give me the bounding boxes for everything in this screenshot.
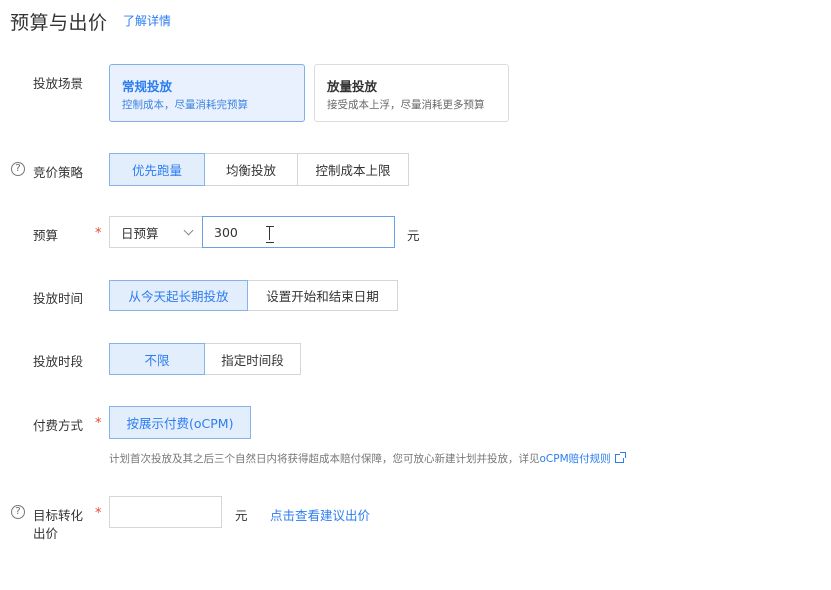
scene-option-regular[interactable]: 常规投放 控制成本，尽量消耗完预算: [109, 64, 305, 122]
learn-more-link[interactable]: 了解详情: [123, 12, 171, 29]
target-bid-input[interactable]: [109, 496, 222, 528]
scene-option-subtitle: 接受成本上浮，尽量消耗更多预算: [327, 99, 485, 111]
scene-option-title: 放量投放: [327, 79, 378, 94]
external-link-icon: [614, 452, 626, 463]
target-bid-unit: 元: [235, 508, 248, 523]
required-mark: *: [95, 416, 102, 431]
schedule-option-date-range[interactable]: 设置开始和结束日期: [247, 280, 398, 311]
payment-note: 计划首次投放及其之后三个自然日内将获得超成本赔付保障，您可放心新建计划并投放，详…: [109, 451, 626, 466]
scene-option-subtitle: 控制成本，尽量消耗完预算: [122, 99, 248, 111]
chevron-down-icon: [183, 225, 194, 236]
strategy-label: 竞价策略: [33, 165, 84, 180]
time-period-option-custom[interactable]: 指定时间段: [204, 343, 301, 375]
payment-option-ocpm[interactable]: 按展示付费(oCPM): [109, 406, 251, 439]
scene-option-volume[interactable]: 放量投放 接受成本上浮，尽量消耗更多预算: [314, 64, 509, 122]
strategy-option-balanced[interactable]: 均衡投放: [204, 153, 298, 186]
payment-label: 付费方式: [33, 418, 84, 433]
question-circle-icon[interactable]: ?: [11, 162, 25, 176]
payment-note-text: 计划首次投放及其之后三个自然日内将获得超成本赔付保障，您可放心新建计划并投放，详…: [109, 453, 540, 465]
time-period-option-unlimited[interactable]: 不限: [109, 343, 205, 375]
required-mark: *: [95, 506, 102, 521]
required-mark: *: [95, 226, 102, 241]
strategy-option-volume[interactable]: 优先跑量: [109, 153, 205, 186]
target-bid-label-line1: 目标转化: [33, 508, 84, 523]
budget-type-select[interactable]: 日预算: [109, 216, 203, 248]
budget-label: 预算: [33, 228, 59, 243]
text-cursor-icon: [266, 226, 274, 243]
page-title: 预算与出价: [10, 12, 108, 34]
budget-input[interactable]: 300: [202, 216, 395, 248]
budget-type-value: 日预算: [121, 225, 159, 241]
target-bid-label-line2: 出价: [33, 526, 59, 541]
suggest-bid-link[interactable]: 点击查看建议出价: [270, 505, 370, 524]
schedule-option-long-term[interactable]: 从今天起长期投放: [109, 280, 248, 311]
ocpm-rules-link[interactable]: oCPM赔付规则: [540, 453, 611, 465]
schedule-label: 投放时间: [33, 291, 84, 306]
scene-label: 投放场景: [33, 76, 84, 91]
time-period-label: 投放时段: [33, 354, 84, 369]
scene-option-title: 常规投放: [122, 79, 173, 94]
budget-input-value: 300: [214, 224, 238, 240]
strategy-option-cost-cap[interactable]: 控制成本上限: [297, 153, 409, 186]
budget-unit: 元: [407, 228, 420, 243]
question-circle-icon[interactable]: ?: [11, 505, 25, 519]
